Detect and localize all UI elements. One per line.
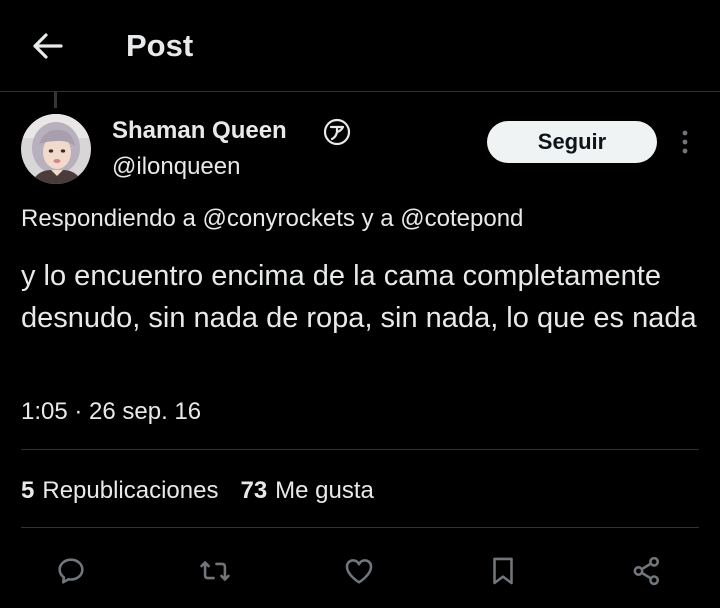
bookmark-button[interactable]: [480, 548, 526, 594]
timestamp[interactable]: 1:05 · 26 sep. 16: [21, 396, 201, 428]
like-button[interactable]: [336, 548, 382, 594]
reply-button[interactable]: [48, 548, 94, 594]
like-icon: [345, 559, 373, 584]
reposts-label: Republicaciones: [42, 477, 219, 504]
author-name[interactable]: Shaman Queen: [112, 115, 287, 147]
top-bar: Post: [0, 0, 720, 92]
replying-to: Respondiendo a @conyrockets y a @cotepon…: [21, 203, 523, 235]
engagement-stats: 5 Republicaciones 73 Me gusta: [21, 475, 396, 507]
tweet-text: y lo encuentro encima de la cama complet…: [21, 260, 697, 334]
likes-count: 73: [240, 477, 268, 504]
avatar-image: [21, 114, 91, 184]
repost-icon: [200, 561, 230, 581]
repost-button[interactable]: [192, 548, 238, 594]
post-page: Post Shaman Queen @ilonqueen Seguir Resp…: [0, 0, 720, 608]
likes-label: Me gusta: [275, 477, 374, 504]
thread-connector: [54, 92, 57, 108]
arrow-left-icon: [33, 33, 63, 59]
badge-icon: [323, 118, 351, 146]
page-title: Post: [126, 28, 194, 63]
reply-connector: y a: [354, 205, 401, 232]
bookmark-icon: [493, 557, 513, 585]
back-button[interactable]: [28, 26, 68, 66]
mention-link[interactable]: @conyrockets: [202, 205, 354, 232]
reposts-stat[interactable]: 5 Republicaciones: [21, 475, 218, 507]
reply-icon: [58, 558, 84, 584]
share-button[interactable]: [624, 548, 670, 594]
share-icon: [633, 556, 660, 586]
divider: [21, 449, 699, 450]
author-handle[interactable]: @ilonqueen: [112, 151, 240, 183]
follow-button[interactable]: Seguir: [487, 121, 657, 163]
action-bar: [0, 548, 720, 594]
more-options-button[interactable]: [670, 124, 700, 160]
likes-stat[interactable]: 73 Me gusta: [240, 475, 373, 507]
reply-prefix: Respondiendo a: [21, 205, 203, 232]
divider: [21, 527, 699, 528]
avatar[interactable]: [21, 114, 91, 184]
mention-link[interactable]: @cotepond: [400, 205, 523, 232]
reposts-count: 5: [21, 477, 35, 504]
more-vertical-icon: [682, 130, 688, 154]
